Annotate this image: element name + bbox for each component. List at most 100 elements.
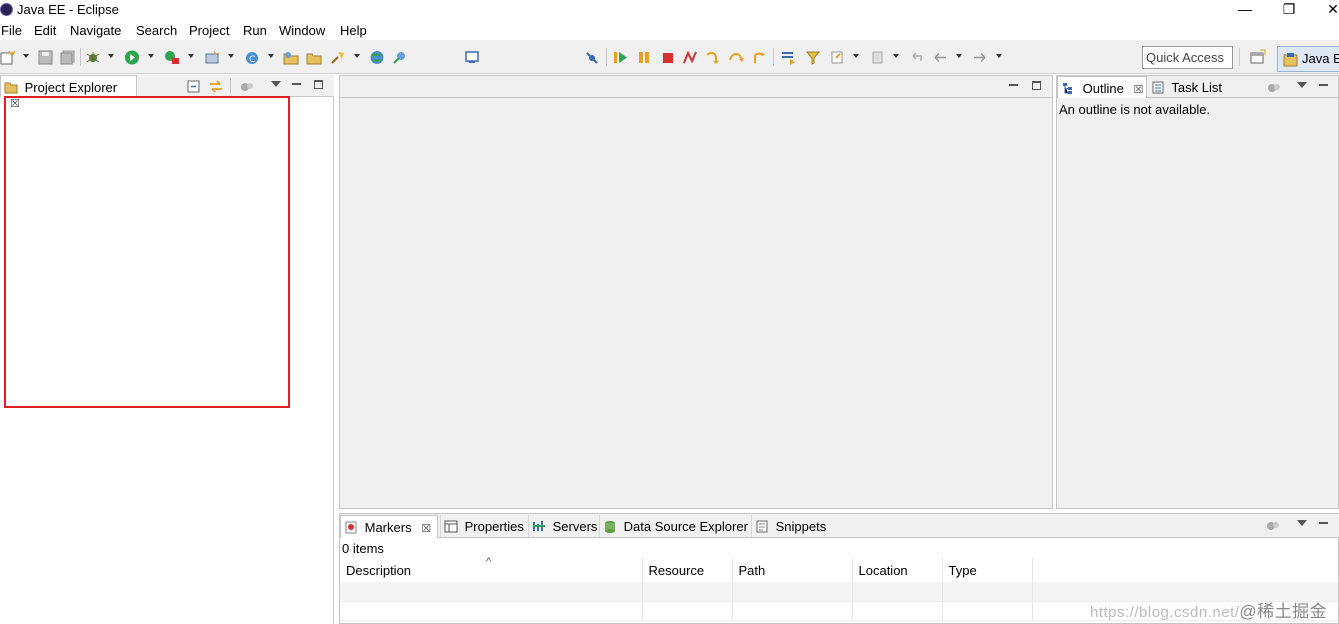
external-tools-dropdown-icon[interactable] <box>188 54 194 58</box>
new-server-icon[interactable] <box>204 50 220 65</box>
server-dropdown-icon[interactable] <box>228 54 234 58</box>
view-menu-icon[interactable] <box>1297 82 1307 88</box>
close-button[interactable]: ✕ <box>1318 0 1339 20</box>
menu-navigate[interactable]: Navigate <box>70 23 121 38</box>
properties-icon <box>444 520 458 533</box>
tab-task-list[interactable]: Task List <box>1151 76 1231 98</box>
outline-message: An outline is not available. <box>1059 102 1211 117</box>
next-annotation-icon[interactable] <box>781 50 797 65</box>
edit-location-dropdown-icon[interactable] <box>853 54 859 58</box>
filter-icon[interactable] <box>1267 82 1281 94</box>
menu-project[interactable]: Project <box>189 23 229 38</box>
column-path[interactable]: Path <box>732 558 853 582</box>
column-description[interactable]: Description ^ <box>340 556 643 582</box>
close-tab-icon[interactable]: ☒ <box>421 523 431 535</box>
tab-data-source-explorer[interactable]: Data Source Explorer <box>599 515 749 537</box>
search-dropdown-icon[interactable] <box>354 54 360 58</box>
step-into-icon[interactable] <box>705 50 721 65</box>
menu-help[interactable]: Help <box>340 23 367 38</box>
tab-servers[interactable]: Servers <box>528 515 598 537</box>
save-all-icon[interactable] <box>60 50 76 65</box>
new-wizard-icon[interactable] <box>0 50 16 65</box>
debug-dropdown-icon[interactable] <box>108 54 114 58</box>
debug-icon[interactable] <box>85 50 101 65</box>
web-service-icon[interactable] <box>392 50 408 65</box>
svg-text:C: C <box>249 55 255 65</box>
menu-search[interactable]: Search <box>136 23 177 38</box>
new-java-class-icon[interactable]: C <box>244 50 260 65</box>
disconnect-icon[interactable] <box>682 50 698 65</box>
minimize-view-icon[interactable] <box>1319 84 1328 86</box>
back-dropdown-icon[interactable] <box>956 54 962 58</box>
use-step-filters-icon[interactable] <box>805 50 821 65</box>
toggle-view-icon[interactable] <box>464 50 480 65</box>
step-return-icon[interactable] <box>751 50 767 65</box>
menu-edit[interactable]: Edit <box>34 23 56 38</box>
run-icon[interactable] <box>124 50 140 65</box>
project-folder-icon <box>4 82 18 94</box>
column-type[interactable]: Type <box>942 558 1033 582</box>
open-folder-icon[interactable] <box>306 50 322 65</box>
table-header-row: Description ^ Resource Path Location Typ… <box>340 556 1338 582</box>
tab-project-explorer[interactable]: Project Explorer ☒ <box>0 75 137 110</box>
minimize-view-icon[interactable] <box>1319 522 1328 524</box>
link-with-editor-icon[interactable] <box>208 79 224 94</box>
view-menu-icon[interactable] <box>271 81 281 87</box>
class-dropdown-icon[interactable] <box>268 54 274 58</box>
forward-dropdown-icon[interactable] <box>996 54 1002 58</box>
column-filler <box>1032 558 1338 582</box>
run-dropdown-icon[interactable] <box>148 54 154 58</box>
perspective-label: Java E <box>1302 51 1339 66</box>
menu-run[interactable]: Run <box>243 23 267 38</box>
tab-outline[interactable]: Outline ☒ <box>1057 76 1147 98</box>
menu-bar: File Edit Navigate Search Project Run Wi… <box>0 20 1339 40</box>
tab-markers[interactable]: Markers ☒ <box>340 515 438 538</box>
search-icon[interactable] <box>330 50 346 65</box>
run-external-tools-icon[interactable] <box>164 50 180 65</box>
forward-icon[interactable] <box>972 50 988 65</box>
menu-window[interactable]: Window <box>279 23 325 38</box>
terminate-icon[interactable] <box>660 50 676 65</box>
new-dropdown-icon[interactable] <box>23 54 29 58</box>
open-type-icon[interactable] <box>283 50 299 65</box>
last-edit-location-icon[interactable] <box>830 50 846 65</box>
suspend-icon[interactable] <box>636 50 652 65</box>
eclipse-logo-icon <box>0 3 13 16</box>
quick-access-input[interactable]: Quick Access <box>1142 46 1233 69</box>
maximize-view-icon[interactable] <box>314 80 323 89</box>
maximize-editor-icon[interactable] <box>1032 81 1041 90</box>
pin-dropdown-icon[interactable] <box>893 54 899 58</box>
minimize-view-icon[interactable] <box>292 83 301 85</box>
restore-button[interactable]: ❐ <box>1274 0 1304 20</box>
back-icon[interactable] <box>932 50 948 65</box>
minimize-editor-icon[interactable] <box>1009 84 1018 86</box>
toolbar-separator <box>773 48 774 66</box>
view-menu-icon[interactable] <box>1297 520 1307 526</box>
collapse-all-icon[interactable] <box>187 80 201 93</box>
task-list-icon <box>1152 81 1164 94</box>
main-toolbar: C <box>0 40 1339 74</box>
column-resource[interactable]: Resource <box>642 558 733 582</box>
step-over-icon[interactable] <box>728 50 744 65</box>
filter-icon[interactable] <box>1266 520 1280 532</box>
minimize-button[interactable]: — <box>1230 0 1260 20</box>
resume-icon[interactable] <box>613 50 629 65</box>
close-tab-icon[interactable]: ☒ <box>1133 84 1143 96</box>
column-label: Type <box>948 562 977 578</box>
skip-breakpoints-icon[interactable] <box>584 50 600 65</box>
outline-view: Outline ☒ Task List An outline is not av… <box>1056 75 1339 509</box>
tab-label: Project Explorer <box>24 80 118 95</box>
pin-editor-icon[interactable] <box>870 50 886 65</box>
tab-snippets[interactable]: Snippets <box>751 515 829 537</box>
back-history-icon[interactable] <box>908 50 924 65</box>
save-icon[interactable] <box>38 50 54 65</box>
web-browser-icon[interactable] <box>369 50 385 65</box>
toolbar-separator <box>1239 48 1240 66</box>
java-ee-perspective-button[interactable]: Java E <box>1277 46 1339 72</box>
open-perspective-icon[interactable] <box>1246 46 1268 69</box>
column-location[interactable]: Location <box>852 558 943 582</box>
menu-file[interactable]: File <box>1 23 22 38</box>
tab-properties[interactable]: Properties <box>440 515 526 537</box>
snippets-icon <box>756 520 768 533</box>
filter-icon[interactable] <box>240 81 254 93</box>
